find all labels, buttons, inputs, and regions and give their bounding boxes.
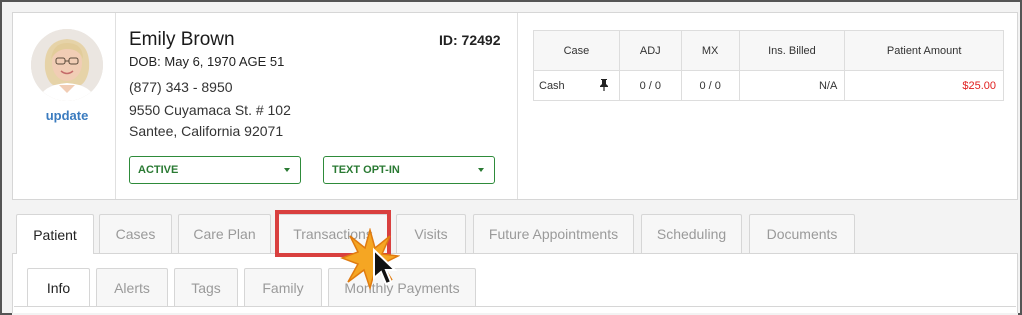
patient-dob: DOB: May 6, 1970 AGE 51: [129, 54, 285, 69]
patient-phone: (877) 343 - 8950: [129, 79, 233, 95]
tab-documents[interactable]: Documents: [749, 214, 855, 253]
subtab-alerts[interactable]: Alerts: [96, 268, 168, 306]
tab-scheduling[interactable]: Scheduling: [641, 214, 742, 253]
tab-patient[interactable]: Patient: [16, 214, 94, 254]
mx-cell: 0 / 0: [680, 70, 740, 101]
status-dropdown[interactable]: ACTIVE: [129, 156, 301, 184]
patient-address-line1: 9550 Cuyamaca St. # 102: [129, 102, 291, 118]
divider: [517, 13, 518, 199]
text-opt-in-dropdown-value: TEXT OPT-IN: [332, 164, 400, 176]
tab-future-appointments[interactable]: Future Appointments: [473, 214, 634, 253]
adj-cell: 0 / 0: [618, 70, 682, 101]
column-header-mx: MX: [680, 30, 740, 71]
column-header-adj: ADJ: [618, 30, 682, 71]
column-header-patient-amount: Patient Amount: [844, 30, 1004, 71]
patient-amount-cell: $25.00: [844, 70, 1004, 101]
column-header-ins-billed: Ins. Billed: [738, 30, 846, 71]
tab-visits[interactable]: Visits: [396, 214, 466, 253]
column-header-case: Case: [533, 30, 620, 71]
update-photo-link[interactable]: update: [27, 108, 107, 123]
click-burst-icon: [340, 228, 400, 290]
divider: [115, 13, 116, 199]
subtab-baseline: [14, 306, 1016, 307]
pin-icon[interactable]: [599, 79, 609, 91]
case-name: Cash: [539, 79, 565, 92]
text-opt-in-dropdown[interactable]: TEXT OPT-IN: [323, 156, 495, 184]
status-dropdown-value: ACTIVE: [138, 164, 179, 176]
patient-header-card: update Emily Brown ID: 72492 DOB: May 6,…: [12, 12, 1018, 200]
patient-id: ID: 72492: [439, 32, 501, 48]
patient-address-line2: Santee, California 92071: [129, 123, 284, 139]
chevron-down-icon: [284, 168, 290, 172]
cases-table: Case ADJ MX Ins. Billed Patient Amount C…: [533, 30, 1004, 101]
tab-cases[interactable]: Cases: [99, 214, 172, 253]
subtab-family[interactable]: Family: [244, 268, 322, 306]
tab-care-plan[interactable]: Care Plan: [178, 214, 271, 253]
chevron-down-icon: [478, 168, 484, 172]
avatar: [31, 29, 103, 101]
subtab-info[interactable]: Info: [27, 268, 90, 306]
patient-name: Emily Brown: [129, 29, 235, 50]
subtab-tags[interactable]: Tags: [174, 268, 238, 306]
case-cell: Cash: [533, 70, 620, 101]
ins-billed-cell: N/A: [738, 70, 846, 101]
cases-table-header: Case ADJ MX Ins. Billed Patient Amount: [533, 30, 1004, 71]
table-row[interactable]: Cash 0 / 0 0 / 0 N/A $25.00: [533, 70, 1004, 101]
